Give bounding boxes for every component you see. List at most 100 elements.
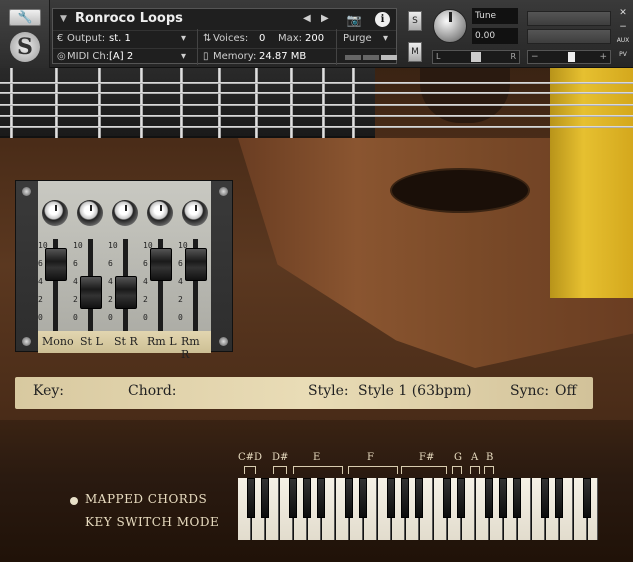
output-icon: € <box>57 33 64 44</box>
guitar-string <box>0 104 633 106</box>
purge-indicator <box>345 55 361 60</box>
camera-icon[interactable]: 📷 <box>343 13 365 28</box>
purge-indicator <box>363 55 379 60</box>
guitar-string <box>0 92 633 94</box>
piano-keyboard <box>238 478 598 540</box>
black-key[interactable] <box>541 478 549 518</box>
black-key[interactable] <box>387 478 395 518</box>
black-key[interactable] <box>317 478 325 518</box>
note-label: B <box>486 452 494 463</box>
note-label: E <box>313 452 321 463</box>
midi-channel-value[interactable]: [A] 2 <box>109 49 133 65</box>
mono-knob[interactable] <box>42 200 68 226</box>
kontakt-logo: S <box>10 32 40 62</box>
note-bracket <box>452 466 462 474</box>
prev-instrument-icon[interactable]: ◀ <box>303 11 311 27</box>
instrument-menu-arrow-icon[interactable]: ▼ <box>60 11 67 27</box>
output-value[interactable]: st. 1 <box>109 31 131 47</box>
black-key[interactable] <box>359 478 367 518</box>
level-meter-left <box>527 11 611 26</box>
mixer-faceplate: 10 6 4 2 0 10 6 4 2 0 10 6 4 2 0 10 6 4 2 0 10 6 4 2 0 <box>38 181 211 353</box>
purge-dropdown-icon[interactable]: ▾ <box>383 31 388 47</box>
black-key[interactable] <box>499 478 507 518</box>
voices-value: 0 <box>259 33 266 44</box>
rm-l-fader[interactable] <box>150 247 172 281</box>
note-bracket <box>470 466 480 474</box>
rm-r-knob[interactable] <box>182 200 208 226</box>
note-label: F <box>367 452 374 463</box>
pan-handle[interactable] <box>471 52 481 62</box>
rm-l-knob[interactable] <box>147 200 173 226</box>
solo-button[interactable]: S <box>408 11 422 31</box>
mapped-chords-label: MAPPED CHORDS <box>85 492 208 506</box>
purge-indicator <box>381 55 397 60</box>
st-r-knob[interactable] <box>112 200 138 226</box>
black-key[interactable] <box>457 478 465 518</box>
black-key[interactable] <box>261 478 269 518</box>
output-label: Output: <box>67 33 106 44</box>
logo-area: 🔧 S <box>0 0 50 68</box>
memory-icon: ▯ <box>203 51 209 62</box>
pv-button[interactable]: PV <box>615 48 631 62</box>
tune-knob[interactable] <box>433 9 467 43</box>
voices-label: Voices: <box>213 33 249 44</box>
output-dropdown-icon[interactable]: ▾ <box>181 31 186 47</box>
volume-minus-label: − <box>531 52 539 62</box>
black-key[interactable] <box>443 478 451 518</box>
wrench-icon[interactable]: 🔧 <box>9 9 41 26</box>
instrument-info-panel: ▼ Ronroco Loops ◀ ▶ 📷 i € Output: st. 1 … <box>52 8 397 65</box>
voices-icon: ⇅ <box>203 33 212 44</box>
mapped-chords-indicator <box>70 497 78 505</box>
mono-fader[interactable] <box>45 247 67 281</box>
note-bracket <box>293 466 343 474</box>
memory-label: Memory: <box>213 51 257 62</box>
max-voices-value[interactable]: 200 <box>305 31 324 47</box>
close-icon[interactable]: ✕ <box>615 6 631 20</box>
black-key[interactable] <box>555 478 563 518</box>
window-controls: ✕ − AUX PV <box>615 6 631 62</box>
note-bracket <box>484 466 494 474</box>
tune-label: Tune <box>472 8 518 24</box>
black-key[interactable] <box>485 478 493 518</box>
black-key[interactable] <box>303 478 311 518</box>
note-label: A <box>471 452 479 463</box>
black-key[interactable] <box>289 478 297 518</box>
midi-label: MIDI Ch: <box>67 51 110 62</box>
note-label: C# <box>238 452 255 463</box>
purge-label[interactable]: Purge <box>343 31 372 47</box>
black-key[interactable] <box>401 478 409 518</box>
style-value[interactable]: Style 1 (63bpm) <box>358 383 472 399</box>
st-l-fader[interactable] <box>80 276 102 310</box>
volume-slider[interactable]: − + <box>527 50 611 64</box>
chord-label: Chord: <box>128 383 177 399</box>
mute-button[interactable]: M <box>408 42 422 62</box>
st-l-knob[interactable] <box>77 200 103 226</box>
key-switch-mode-label: KEY SWITCH MODE <box>85 515 220 529</box>
black-key[interactable] <box>513 478 521 518</box>
sync-value[interactable]: Off <box>555 383 576 399</box>
level-meter-right <box>527 29 611 44</box>
guitar-string <box>0 126 633 128</box>
max-label: Max: <box>278 33 303 44</box>
note-label: D# <box>272 452 289 463</box>
note-label: G <box>454 452 462 463</box>
info-icon[interactable]: i <box>375 12 390 27</box>
midi-dropdown-icon[interactable]: ▾ <box>181 49 186 65</box>
midi-icon: ◎ <box>57 51 66 62</box>
rm-r-fader[interactable] <box>185 247 207 281</box>
pan-slider[interactable]: L R <box>432 50 520 64</box>
black-key[interactable] <box>345 478 353 518</box>
minimize-icon[interactable]: − <box>615 20 631 34</box>
instrument-title[interactable]: Ronroco Loops <box>75 11 183 27</box>
style-label: Style: <box>308 383 349 399</box>
next-instrument-icon[interactable]: ▶ <box>321 11 329 27</box>
black-key[interactable] <box>583 478 591 518</box>
st-r-fader[interactable] <box>115 276 137 310</box>
black-key[interactable] <box>247 478 255 518</box>
note-bracket <box>244 466 256 474</box>
mono-label: Mono <box>42 335 74 348</box>
aux-button[interactable]: AUX <box>615 34 631 48</box>
volume-handle[interactable] <box>568 52 575 62</box>
black-key[interactable] <box>415 478 423 518</box>
tune-value[interactable]: 0.00 <box>472 28 518 44</box>
